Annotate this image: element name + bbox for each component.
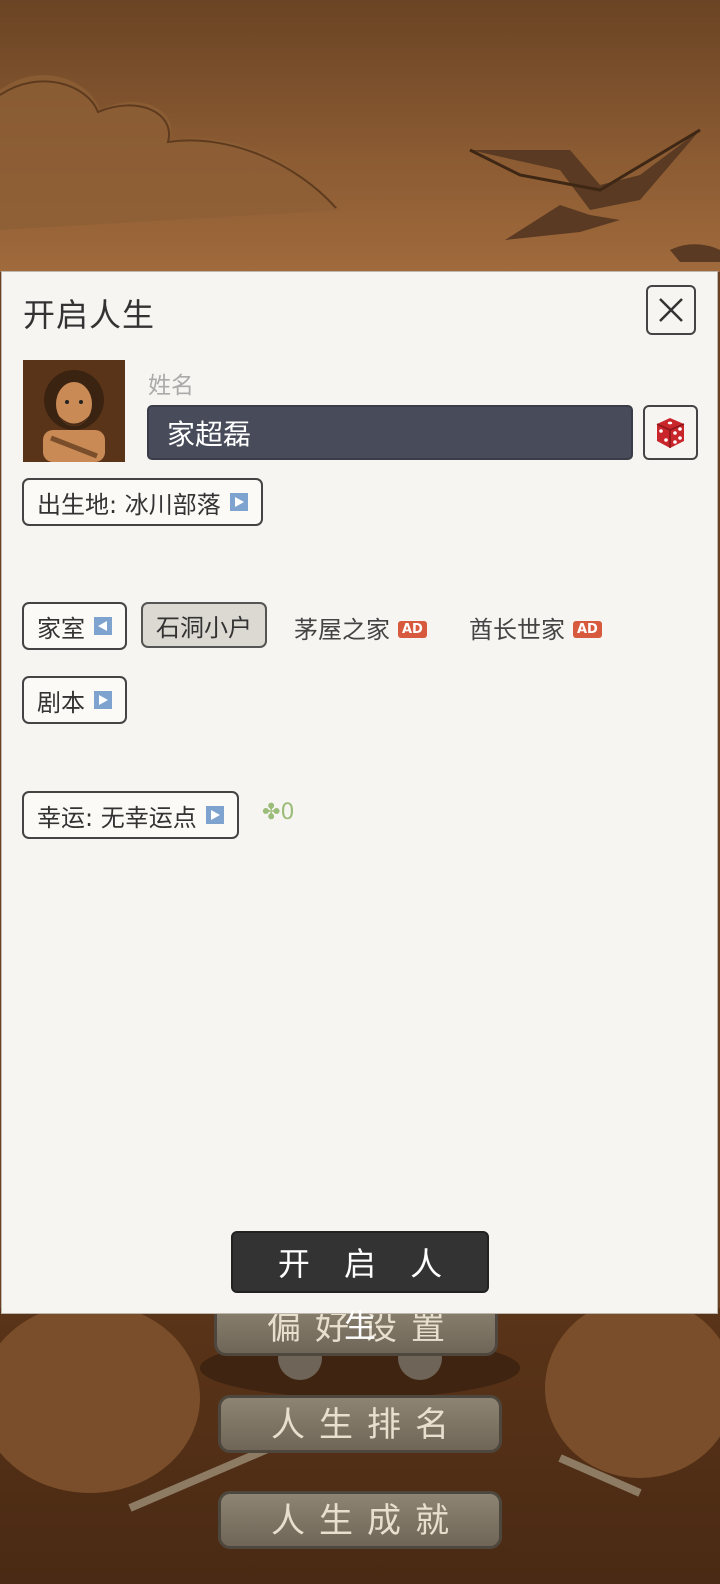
luck-label: 幸运: 无幸运点 (37, 803, 197, 832)
family-option-chieftain[interactable]: 酋长世家 AD (469, 610, 602, 645)
avatar[interactable] (23, 360, 125, 462)
random-name-button[interactable] (643, 405, 698, 460)
dialog-title: 开启人生 (23, 296, 156, 334)
play-right-icon (205, 806, 224, 824)
family-selector[interactable]: 家室 (22, 602, 127, 650)
name-label: 姓名 (148, 373, 194, 399)
achievements-button[interactable]: 人生成就 (218, 1491, 502, 1549)
caveman-portrait-icon (23, 360, 125, 462)
luck-points: ✤0 (262, 800, 294, 825)
luck-points-value: 0 (280, 800, 295, 825)
close-button[interactable] (646, 285, 696, 335)
family-label: 家室 (37, 614, 85, 643)
birthplace-selector[interactable]: 出生地: 冰川部落 (22, 478, 263, 526)
clover-icon: ✤ (262, 800, 281, 825)
script-label: 剧本 (37, 688, 85, 717)
ad-badge: AD (398, 620, 427, 638)
start-life-button[interactable]: 开 启 人 生 (231, 1231, 489, 1345)
play-right-icon (229, 493, 248, 511)
background-sky (0, 0, 720, 272)
birthplace-label: 出生地: 冰川部落 (37, 490, 221, 519)
play-left-icon (94, 617, 112, 635)
name-input[interactable]: 家超磊 (147, 405, 633, 460)
ad-badge: AD (573, 620, 602, 638)
family-option-label: 茅屋之家 (294, 616, 390, 644)
ranking-button[interactable]: 人生排名 (218, 1395, 502, 1453)
scenery-illustration (0, 75, 720, 262)
family-option-stone-cave[interactable]: 石洞小户 (141, 602, 267, 648)
dice-icon (656, 418, 685, 448)
close-icon (659, 298, 683, 322)
family-option-thatched-hut[interactable]: 茅屋之家 AD (294, 610, 427, 645)
script-selector[interactable]: 剧本 (22, 676, 127, 724)
luck-selector[interactable]: 幸运: 无幸运点 (22, 791, 239, 839)
family-option-label: 石洞小户 (156, 613, 252, 642)
family-option-label: 酋长世家 (469, 616, 565, 644)
play-right-icon (94, 691, 112, 709)
